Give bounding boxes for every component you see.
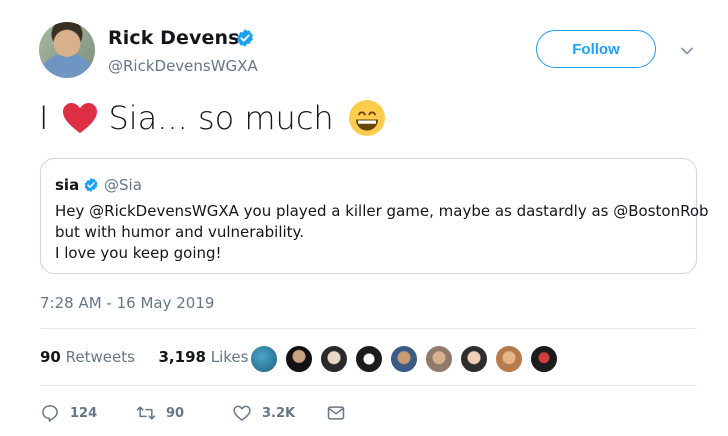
likes-label: Likes [210, 348, 249, 366]
quoted-tweet[interactable]: sia @Sia Hey @RickDevensWGXA you played … [40, 158, 709, 274]
reply-icon [42, 405, 58, 422]
divider [40, 328, 697, 329]
tweet-text-start: I [39, 99, 49, 137]
retweets-count: 90 [40, 348, 61, 366]
reply-count: 124 [70, 405, 98, 421]
liker-avatar[interactable] [250, 345, 278, 373]
liker-avatar[interactable] [495, 345, 523, 373]
likes-count: 3,198 [158, 348, 206, 366]
tweet-timestamp[interactable]: 7:28 AM - 16 May 2019 [40, 294, 214, 312]
verified-badge-icon [237, 29, 253, 47]
quoted-line: I love you keep going! [55, 244, 222, 262]
liker-avatar[interactable] [355, 345, 383, 373]
liker-avatar[interactable] [530, 345, 558, 373]
direct-message-button[interactable] [326, 403, 356, 423]
reply-button[interactable]: 124 [40, 403, 97, 423]
like-button[interactable]: 3.2K [232, 403, 295, 423]
divider [40, 385, 697, 386]
retweet-icon [136, 406, 156, 420]
retweet-button[interactable]: 90 [136, 403, 184, 423]
liker-avatars [250, 345, 565, 373]
tweet-text: I Sia... so much [39, 96, 386, 140]
retweets-stat[interactable]: 90 Retweets [40, 348, 135, 366]
author-name[interactable]: Rick Devens [108, 27, 240, 49]
retweets-label: Retweets [65, 348, 135, 366]
quoted-tweet-text: Hey @RickDevensWGXA you played a killer … [55, 201, 709, 264]
quoted-line: but with humor and vulnerability. [55, 223, 305, 241]
engagement-stats: 90 Retweets 3,198 Likes [40, 348, 248, 366]
tweet-text-end: Sia... so much [108, 99, 334, 137]
chevron-down-icon[interactable] [680, 44, 694, 58]
quoted-author-handle: @Sia [104, 176, 142, 194]
author-avatar[interactable] [39, 22, 95, 78]
heart-outline-icon [233, 405, 251, 421]
liker-avatar[interactable] [320, 345, 348, 373]
verified-badge-icon [84, 178, 98, 192]
red-heart-icon [63, 103, 98, 133]
follow-button[interactable]: Follow [536, 30, 656, 68]
liker-avatar[interactable] [285, 345, 313, 373]
liker-avatar[interactable] [425, 345, 453, 373]
liker-avatar[interactable] [460, 345, 488, 373]
grinning-face-icon [348, 100, 385, 136]
envelope-icon [327, 406, 345, 420]
author-handle[interactable]: @RickDevensWGXA [108, 57, 258, 75]
quoted-author-name: sia [55, 176, 80, 194]
like-count: 3.2K [262, 405, 296, 421]
likes-stat[interactable]: 3,198 Likes [159, 348, 249, 366]
liker-avatar[interactable] [390, 345, 418, 373]
quoted-line: Hey @RickDevensWGXA you played a killer … [55, 202, 709, 220]
retweet-count: 90 [166, 405, 185, 421]
tweet-actions: 124 90 3.2K [40, 403, 360, 425]
